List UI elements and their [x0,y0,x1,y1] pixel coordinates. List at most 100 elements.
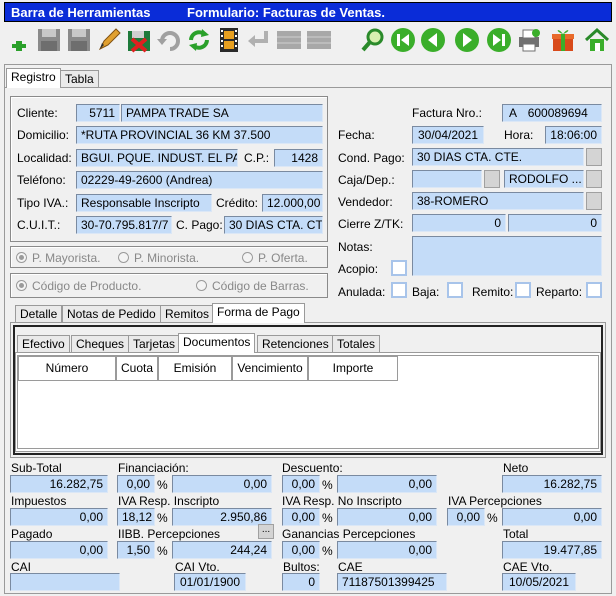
tab-forma-pago[interactable]: Forma de Pago [212,303,305,323]
descuento-pct-field[interactable]: 0,00 [282,475,320,493]
radio-codigo-producto[interactable] [16,280,27,291]
factura-tipo: A [509,106,517,120]
first-icon[interactable] [390,26,416,54]
last-icon[interactable] [486,26,512,54]
cierre1-field[interactable]: 0 [412,214,506,232]
radio-mayorista[interactable] [16,252,27,263]
vendedor-lookup-button[interactable] [586,192,602,210]
subtotal-field: 16.282,75 [10,475,108,493]
add-icon[interactable] [6,26,32,54]
save-icon[interactable] [36,26,62,54]
cai-vto-field[interactable]: 01/01/1900 [174,573,246,591]
radio-mayorista-label: P. Mayorista. [32,251,101,265]
cae-vto-field[interactable]: 10/05/2021 [502,573,576,591]
prev-icon[interactable] [420,26,446,54]
next-icon[interactable] [454,26,480,54]
credito-field[interactable]: 12.000,00 [262,194,323,212]
edit-icon[interactable] [96,26,122,54]
impuestos-label: Impuestos [11,494,67,508]
credito-label: Crédito: [216,196,259,210]
refresh-icon[interactable] [186,26,212,54]
tab-cheques[interactable]: Cheques [71,335,130,353]
tab-efectivo[interactable]: Efectivo [17,335,70,353]
cuit-field[interactable]: 30-70.795.817/7 [76,216,172,234]
delete-icon[interactable] [126,26,152,54]
grid-icon[interactable] [276,26,302,54]
tab-retenciones[interactable]: Retenciones [257,335,334,353]
save-as-icon[interactable] [66,26,92,54]
col-importe[interactable]: Importe [308,356,398,381]
localidad-field[interactable]: BGUI. PQUE. INDUST. EL PA [76,149,238,167]
factura-nro-field[interactable]: A 600089694 [502,104,602,122]
undo-icon[interactable] [156,26,182,54]
anulada-checkbox[interactable] [391,282,407,298]
notas-field[interactable] [412,236,602,276]
tab-documentos[interactable]: Documentos [178,333,256,353]
col-vencimiento[interactable]: Vencimiento [232,356,308,381]
bultos-field[interactable]: 0 [282,573,320,591]
film-icon[interactable] [216,26,242,54]
fecha-field[interactable]: 30/04/2021 [412,126,484,144]
search-icon[interactable] [360,26,386,54]
ganancias-label: Ganancias Percepciones [282,527,416,541]
cae-field[interactable]: 71187501399425 [337,573,447,591]
cierre-label: Cierre Z/TK: [338,217,404,231]
cp-field[interactable]: 1428 [274,149,323,167]
descuento-val-field[interactable]: 0,00 [337,475,437,493]
cuit-label: C.U.I.T.: [17,218,61,232]
tab-tabla[interactable]: Tabla [60,70,99,88]
financiacion-val-field[interactable]: 0,00 [172,475,272,493]
deposito-field[interactable]: RODOLFO ... [504,170,584,188]
cliente-name-field[interactable]: PAMPA TRADE SA [121,104,323,122]
tipo-iva-field[interactable]: Responsable Inscripto [76,194,212,212]
radio-minorista-label: P. Minorista. [134,251,200,265]
tab-detalle[interactable]: Detalle [15,305,63,323]
cond-pago-lookup-button[interactable] [586,148,602,166]
cond-pago-field[interactable]: 30 DIAS CTA. CTE. [412,148,584,166]
col-cuota[interactable]: Cuota [116,356,158,381]
tab-registro[interactable]: Registro [6,68,61,88]
radio-codigo-barras-label: Código de Barras. [212,279,309,293]
iva-perc-val-field: 0,00 [502,508,602,526]
cai-field[interactable] [10,573,120,591]
financiacion-pct-field[interactable]: 0,00 [117,475,155,493]
neto-label: Neto [503,461,529,475]
baja-checkbox[interactable] [447,282,463,298]
reparto-checkbox[interactable] [586,282,602,298]
tab-notas-pedido[interactable]: Notas de Pedido [62,305,161,323]
tab-remitos[interactable]: Remitos [160,305,215,323]
radio-codigo-barras[interactable] [196,280,207,291]
remito-checkbox[interactable] [515,282,531,298]
iva-perc-pct-sign: % [487,511,498,525]
baja-label: Baja: [412,285,440,299]
telefono-field[interactable]: 02229-49-2600 (Andrea) [76,171,323,189]
iibb-detail-button[interactable]: ... [258,524,274,539]
enter-icon[interactable] [246,26,272,54]
cierre2-field[interactable]: 0 [508,214,602,232]
grid-icon[interactable] [306,26,332,54]
vendedor-label: Vendedor: [338,195,393,209]
tab-tarjetas[interactable]: Tarjetas [128,335,181,353]
col-emision[interactable]: Emisión [158,356,232,381]
gift-icon[interactable] [550,26,576,54]
hora-field[interactable]: 18:06:00 [545,126,602,144]
total-field: 19.477,85 [502,541,602,559]
caja-lookup-button[interactable] [484,170,500,188]
radio-oferta[interactable] [242,252,253,263]
domicilio-field[interactable]: *RUTA PROVINCIAL 36 KM 37.500 [76,126,323,144]
col-numero[interactable]: Número [18,356,116,381]
acopio-checkbox[interactable] [391,260,407,276]
pagado-field: 0,00 [10,541,108,559]
tab-totales[interactable]: Totales [332,335,381,353]
cond-pago-label: Cond. Pago: [338,151,405,165]
caja-field[interactable] [412,170,482,188]
radio-minorista[interactable] [118,252,129,263]
cliente-code-field[interactable]: 5711 [76,104,120,122]
cpago-field[interactable]: 30 DIAS CTA. CTE. [224,216,323,234]
print-icon[interactable] [516,26,542,54]
vendedor-field[interactable]: 38-ROMERO [412,192,584,210]
deposito-lookup-button[interactable] [586,170,602,188]
home-icon[interactable] [584,26,610,54]
factura-numero: 600089694 [527,106,588,120]
pagado-label: Pagado [11,527,53,541]
